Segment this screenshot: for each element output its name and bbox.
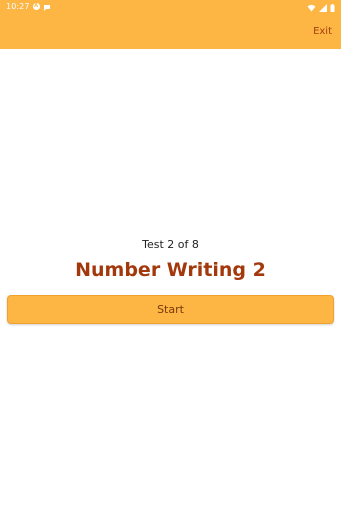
status-right	[307, 0, 335, 16]
wifi-icon	[307, 0, 316, 16]
status-time: 10:27	[6, 2, 30, 11]
main-content: Test 2 of 8 Number Writing 2 Start	[0, 49, 341, 512]
test-counter: Test 2 of 8	[142, 238, 199, 251]
app-bar: 10:27 A Exit	[0, 0, 341, 49]
chat-icon	[43, 0, 51, 16]
test-title: Number Writing 2	[75, 259, 266, 281]
start-button[interactable]: Start	[7, 295, 334, 324]
signal-icon	[319, 0, 327, 16]
app-icon: A	[32, 3, 40, 10]
exit-button[interactable]: Exit	[313, 26, 332, 37]
app-screen: 10:27 A Exit Test 2 of 8 Number Writing …	[0, 0, 341, 512]
status-left: 10:27 A	[6, 0, 51, 16]
status-bar: 10:27 A	[0, 0, 341, 13]
battery-icon	[330, 0, 335, 16]
